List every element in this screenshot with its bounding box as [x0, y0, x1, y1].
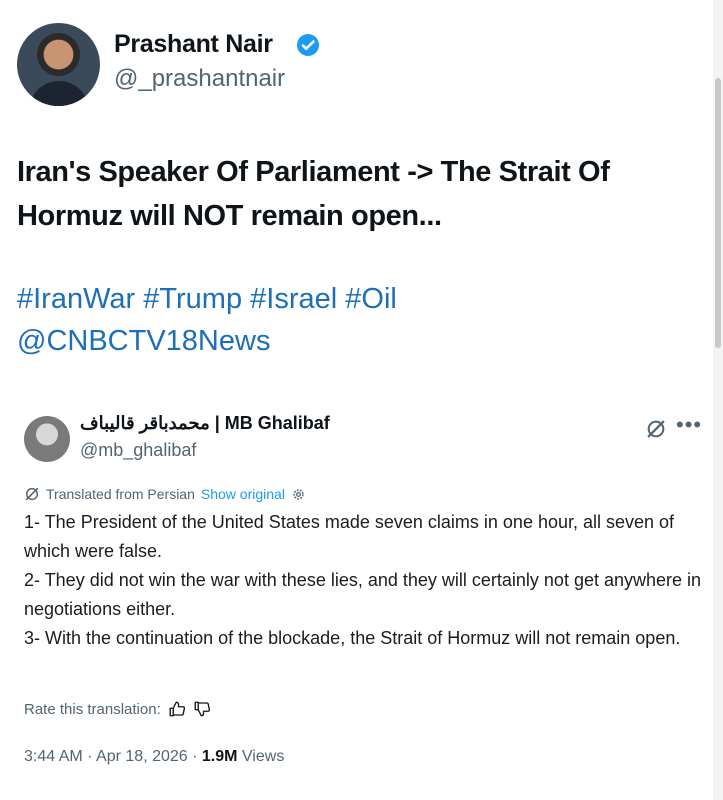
tweet-text: Iran's Speaker Of Parliament -> The Stra… [17, 150, 697, 238]
quoted-paragraph: 3- With the continuation of the blockade… [24, 628, 681, 648]
rate-label: Rate this translation: [24, 700, 161, 718]
quoted-author-handle[interactable]: @mb_ghalibaf [80, 440, 196, 461]
avatar-shirt [29, 81, 89, 106]
hashtag-link[interactable]: #Trump [143, 283, 242, 315]
thumbs-up-icon[interactable] [168, 700, 186, 718]
quoted-paragraph: 1- The President of the United States ma… [24, 512, 675, 561]
mention-link[interactable]: @CNBCTV18News [17, 325, 270, 357]
tweet-time[interactable]: 3:44 AM [24, 748, 83, 765]
tweet-line-1: Iran's Speaker Of Parliament -> The Stra… [17, 156, 610, 188]
show-original-link[interactable]: Show original [201, 486, 285, 502]
hashtag-link[interactable]: #IranWar [17, 283, 135, 315]
quoted-avatar[interactable] [24, 416, 70, 462]
thumbs-down-icon[interactable] [193, 700, 211, 718]
verified-badge-icon [297, 34, 319, 56]
hashtag-link[interactable]: #Israel [250, 283, 337, 315]
author-handle[interactable]: @_prashantnair [114, 65, 285, 93]
tweet-hashtags: #IranWar #Trump #Israel #Oil @CNBCTV18Ne… [17, 278, 697, 362]
translated-label: Translated from Persian [46, 486, 195, 502]
quoted-author-name[interactable]: محمدباقر قالیباف | MB Ghalibaf [80, 413, 330, 434]
more-icon[interactable]: ••• [676, 412, 702, 438]
author-name[interactable]: Prashant Nair [114, 30, 273, 59]
quoted-body: 1- The President of the United States ma… [24, 508, 704, 653]
views-label: Views [241, 748, 285, 765]
tweet-line-2: Hormuz will NOT remain open... [17, 200, 442, 232]
rate-translation: Rate this translation: [24, 700, 211, 718]
hashtag-link[interactable]: #Oil [345, 283, 397, 315]
scrollbar-thumb[interactable] [715, 78, 721, 348]
tweet-meta: 3:44 AM · Apr 18, 2026 · 1.9M Views [24, 748, 285, 765]
quoted-paragraph: 2- They did not win the war with these l… [24, 570, 702, 619]
translation-notice: Translated from Persian Show original [24, 486, 306, 502]
views-count: 1.9M [201, 748, 238, 765]
grok-icon[interactable] [645, 418, 667, 440]
author-avatar[interactable] [17, 23, 100, 106]
quoted-tweet[interactable]: محمدباقر قالیباف | MB Ghalibaf @mb_ghali… [0, 398, 713, 800]
gear-icon[interactable] [291, 487, 306, 502]
tweet-date[interactable]: Apr 18, 2026 [96, 748, 188, 765]
grok-icon [25, 487, 39, 501]
